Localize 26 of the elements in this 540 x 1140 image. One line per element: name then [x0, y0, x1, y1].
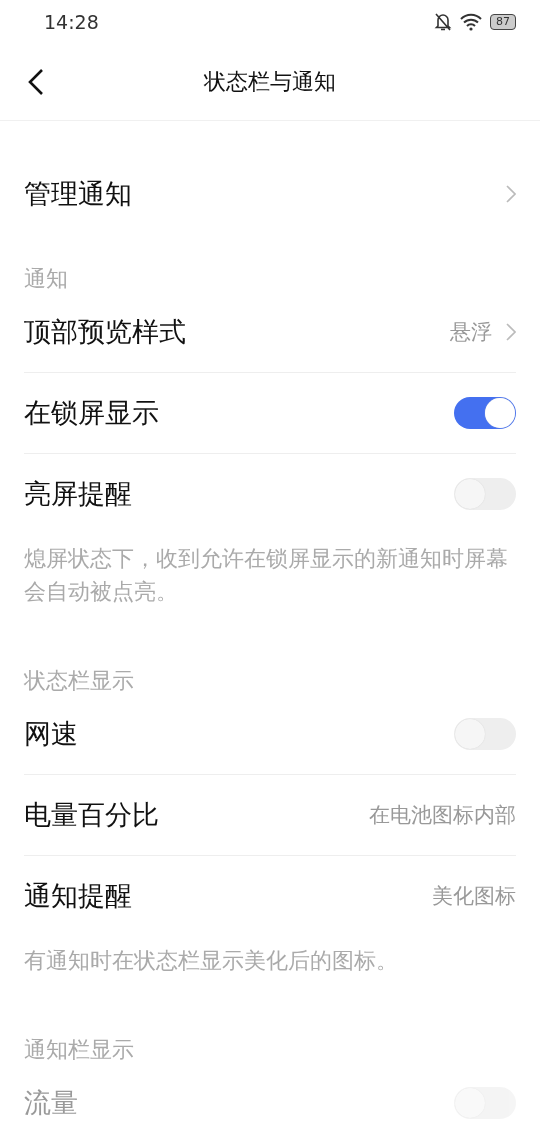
- setting-label[interactable]: 管理通知: [24, 175, 492, 212]
- setting-label[interactable]: 顶部预览样式: [24, 314, 436, 350]
- toggle-switch[interactable]: [454, 478, 516, 510]
- section-header: 通知栏显示: [24, 1036, 135, 1063]
- setting-value: 美化图标: [432, 883, 516, 910]
- setting-description: 有通知时在状态栏显示美化后的图标。: [24, 947, 399, 975]
- setting-value: 悬浮: [450, 319, 492, 346]
- setting-label[interactable]: 电量百分比: [24, 797, 355, 833]
- setting-label[interactable]: 网速: [24, 716, 440, 752]
- status-time: 14:28: [44, 11, 99, 33]
- setting-description: 熄屏状态下，收到允许在锁屏显示的新通知时屏幕会自动被点亮。: [24, 545, 509, 606]
- wifi-icon: [460, 13, 482, 31]
- setting-label[interactable]: 亮屏提醒: [24, 476, 440, 512]
- bell-off-icon: [434, 12, 452, 32]
- chevron-right-icon: [506, 183, 516, 204]
- setting-label[interactable]: 在锁屏显示: [24, 395, 440, 431]
- page-title: 状态栏与通知: [204, 68, 336, 96]
- section-header: 通知: [24, 266, 69, 292]
- toggle-switch[interactable]: [454, 718, 516, 750]
- battery-indicator: 87: [490, 14, 516, 30]
- section-header: 状态栏显示: [24, 667, 135, 694]
- toggle-switch[interactable]: [454, 397, 516, 429]
- chevron-right-icon: [506, 322, 516, 342]
- setting-value: 在电池图标内部: [369, 802, 516, 829]
- setting-label[interactable]: 通知提醒: [24, 878, 418, 914]
- back-icon[interactable]: [28, 68, 44, 96]
